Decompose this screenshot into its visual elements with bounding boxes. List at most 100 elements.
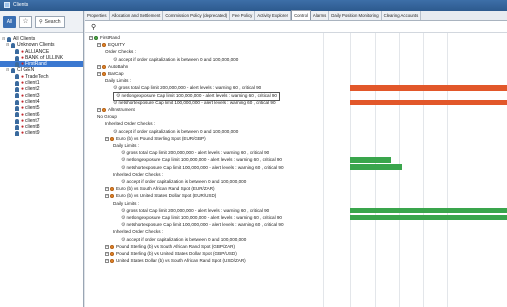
control-tree-node: Daily Limits : (113, 200, 139, 207)
control-tree-row[interactable]: ⚙accept if order capitalization is betwe… (85, 178, 507, 185)
control-tree-node: Daily Limits : (113, 142, 139, 149)
limit-usage-bar (350, 85, 507, 91)
control-tree-row[interactable]: − Euro (b) vs South African Rand Spot (EU… (85, 185, 507, 192)
control-tree-row[interactable]: − Pound Sterling (b) vs South African Ran… (85, 243, 507, 250)
control-tree-label: Euro (b) vs Pound Sterling Spot (EUR/GBP… (116, 135, 206, 141)
tab-activity-explorer[interactable]: Activity Explorer (255, 11, 292, 20)
client-icon (15, 61, 19, 67)
control-tree-node: − AllInstrument (97, 106, 135, 113)
client-icon (15, 112, 19, 118)
client-icon (15, 87, 19, 93)
tab-commission-policy-deprecated[interactable]: Commission Policy (deprecated) (163, 11, 231, 20)
control-tree-node: − EQUITY (97, 41, 125, 48)
client-tree-item[interactable]: ● client9 (0, 130, 83, 136)
control-tree-node: Inherited Order Checks : (113, 228, 163, 235)
control-tree-row[interactable]: ⚙netshortexposure Cap limit 100,000,000 … (85, 99, 507, 106)
client-icon (15, 131, 19, 137)
all-button[interactable]: All (3, 15, 16, 28)
control-tree-row[interactable]: Inherited Order Checks : (85, 171, 507, 178)
expand-icon[interactable]: ⊟ (6, 67, 10, 73)
client-icon (15, 93, 19, 99)
search-button[interactable]: ⚲ Search (35, 15, 65, 28)
client-icon (15, 105, 19, 111)
expand-icon[interactable]: ⊟ (6, 42, 10, 48)
control-tree-row[interactable]: − United States Dollar (b) vs South Afric… (85, 257, 507, 264)
control-tree-row[interactable]: ⚙accept if order capitalization is betwe… (85, 128, 507, 135)
control-tree-node: Daily Limits : (105, 77, 131, 84)
window-titlebar: Clients (0, 0, 507, 11)
collapse-icon[interactable]: − (105, 186, 109, 191)
control-tree-row[interactable]: − AutoBahn (85, 63, 507, 70)
tab-fee-policy[interactable]: Fee Policy (230, 11, 256, 20)
control-tree-row[interactable]: ⚙netlongexposure Cap limit 100,000,000 -… (85, 214, 507, 221)
control-tree-node: Order Checks : (105, 48, 136, 55)
control-tree-row[interactable]: Daily Limits : (85, 142, 507, 149)
search-icon[interactable]: ⚲ (91, 23, 96, 31)
tab-clearing-accounts[interactable]: Clearing Accounts (381, 11, 422, 20)
control-tree-row[interactable]: ⚙netshortexposure Cap limit 100,000,000 … (85, 221, 507, 228)
control-tree-row[interactable]: Daily Limits : (85, 200, 507, 207)
favorite-star-icon[interactable]: ☆ (19, 15, 32, 28)
control-tree-row[interactable]: No Group (85, 113, 507, 120)
control-tree-row[interactable]: − FirstRand (85, 34, 507, 41)
control-tree-row[interactable]: Inherited Order Checks : (85, 120, 507, 127)
collapse-icon[interactable]: − (105, 136, 109, 141)
control-tree-row[interactable]: ⚙netlongexposure Cap limit 100,000,000 -… (85, 92, 507, 101)
collapse-icon[interactable]: − (105, 258, 109, 263)
control-tree-row[interactable]: ⚙netshortexposure Cap limit 100,000,000 … (85, 164, 507, 171)
tab-bar: Properties Allocation and Settlement Commi… (85, 10, 507, 21)
control-tree-row[interactable]: ⚙accept if order capitalization is betwe… (85, 56, 507, 63)
control-tree-row[interactable]: Daily Limits : (85, 77, 507, 84)
instrument-group-icon (110, 244, 114, 249)
control-tree-node: − AutoBahn (97, 63, 128, 70)
collapse-icon[interactable]: − (89, 35, 93, 40)
control-tree-row[interactable]: ⚙gross total Cap limit 200,000,000 - ale… (85, 149, 507, 156)
tab-alarms[interactable]: Alarms (310, 11, 330, 20)
control-tree-row[interactable]: − BarCap (85, 70, 507, 77)
instrument-group-icon (110, 186, 114, 191)
tab-properties[interactable]: Properties (85, 11, 110, 20)
control-tree-node: − Euro (b) vs United States Dollar Spot (… (105, 192, 216, 199)
control-tree-label: gross total Cap limit 200,000,000 - aler… (126, 150, 270, 156)
collapse-icon[interactable]: − (105, 244, 109, 249)
control-tree-label: United States Dollar (b) vs South Africa… (116, 258, 246, 264)
control-tree-label: BarCap (108, 71, 124, 76)
tab-control[interactable]: Control (291, 10, 311, 20)
control-tree-row[interactable]: − Euro (b) vs Pound Sterling Spot (EUR/GB… (85, 135, 507, 142)
instrument-group-icon (110, 136, 114, 141)
control-tree-label: Order Checks : (105, 49, 136, 55)
control-tree-row[interactable]: − Pound Sterling (b) vs United States Dol… (85, 250, 507, 257)
instrument-group-icon (102, 42, 106, 47)
limit-usage-bar (350, 99, 507, 106)
control-tree-row[interactable]: Order Checks : (85, 48, 507, 55)
client-icon (15, 49, 19, 55)
control-tree-row[interactable]: ⚙gross total Cap limit 200,000,000 - ale… (85, 84, 507, 91)
control-tree-label: EQUITY (108, 42, 126, 48)
collapse-icon[interactable]: − (105, 251, 109, 256)
control-tree-label: accept if order capitalization is betwee… (126, 179, 247, 184)
control-tree-row[interactable]: − EQUITY (85, 41, 507, 48)
control-tree-label: accept if order capitalization is betwee… (118, 128, 239, 134)
client-icon (15, 118, 19, 124)
tab-daily-position-monitoring[interactable]: Daily Position Monitoring (329, 11, 382, 20)
control-tree-row[interactable]: ⚙gross total Cap limit 200,000,000 - ale… (85, 207, 507, 214)
control-tree-node: − United States Dollar (b) vs South Afric… (105, 257, 246, 264)
control-tree-label: netshortexposure Cap limit 100,000,000 -… (126, 222, 284, 228)
control-tree-row[interactable]: ⚙netlongexposure Cap limit 100,000,000 -… (85, 156, 507, 163)
control-tree-row[interactable]: − AllInstrument (85, 106, 507, 113)
status-dot-icon: ● (21, 130, 25, 137)
tab-allocation-and-settlement[interactable]: Allocation and Settlement (109, 11, 164, 20)
instrument-group-icon (102, 107, 106, 112)
client-icon (15, 74, 19, 80)
collapse-icon[interactable]: − (97, 64, 101, 69)
control-tree-node: − Pound Sterling (b) vs United States Dol… (105, 250, 237, 257)
control-tree-row[interactable]: − Euro (b) vs United States Dollar Spot (… (85, 192, 507, 199)
collapse-icon[interactable]: − (97, 107, 101, 112)
collapse-icon[interactable]: − (97, 42, 101, 47)
collapse-icon[interactable]: − (105, 194, 109, 199)
collapse-icon[interactable]: − (97, 71, 101, 76)
control-tree-node: − Euro (b) vs South African Rand Spot (EU… (105, 185, 215, 192)
control-tree-row[interactable]: ⚙accept if order capitalization is betwe… (85, 236, 507, 243)
control-tree-row[interactable]: Inherited Order Checks : (85, 228, 507, 235)
control-tree-label: Inherited Order Checks : (113, 229, 164, 235)
